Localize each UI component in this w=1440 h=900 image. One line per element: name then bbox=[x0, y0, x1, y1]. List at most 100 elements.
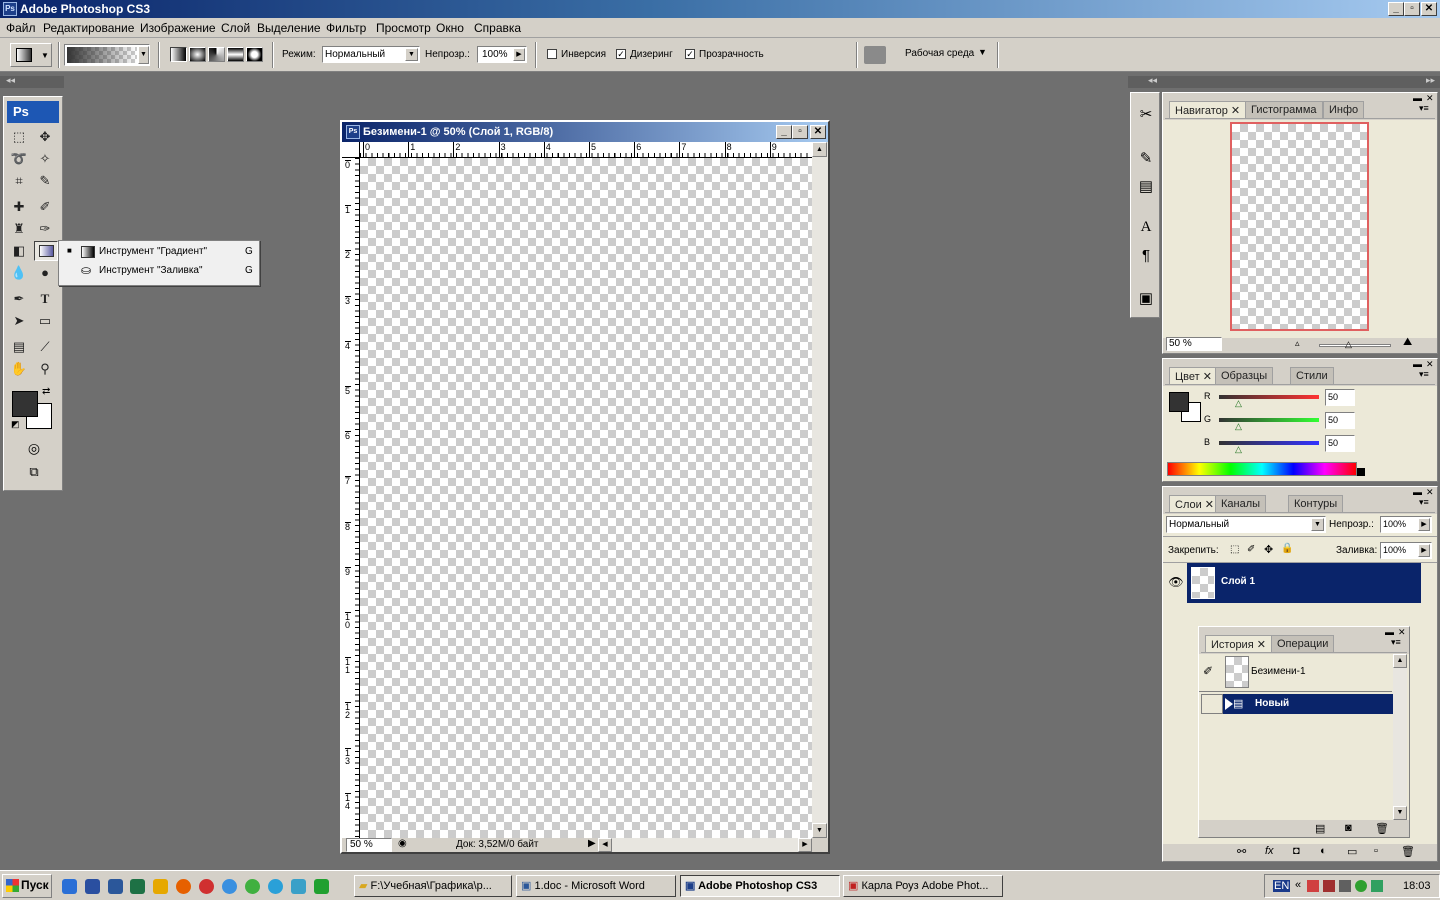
reflected-gradient-button[interactable] bbox=[227, 47, 244, 62]
tab-swatches[interactable]: Образцы bbox=[1215, 367, 1274, 384]
tab-actions[interactable]: Операции bbox=[1271, 635, 1335, 652]
layer-row[interactable]: 👁 Слой 1 bbox=[1165, 563, 1421, 603]
tab-color[interactable]: Цвет ✕ bbox=[1169, 367, 1218, 384]
mode-select[interactable]: Нормальный ▼ bbox=[322, 46, 420, 63]
b-slider-thumb[interactable]: △ bbox=[1235, 444, 1242, 455]
layer-comps-icon[interactable]: ▣ bbox=[1135, 289, 1157, 311]
chevron-down-icon[interactable]: ▼ bbox=[138, 46, 149, 64]
radial-gradient-button[interactable] bbox=[189, 47, 206, 62]
expand-icon[interactable]: ▸▸ bbox=[1426, 75, 1435, 86]
brushes-icon[interactable]: ✎ bbox=[1135, 149, 1157, 171]
r-slider[interactable] bbox=[1219, 395, 1319, 399]
lasso-tool-icon[interactable]: ➰ bbox=[8, 149, 30, 169]
tab-info[interactable]: Инфо bbox=[1323, 101, 1365, 118]
history-source-box[interactable] bbox=[1201, 694, 1223, 714]
opacity-input[interactable]: 100% ▶ bbox=[477, 46, 527, 63]
default-colors-icon[interactable]: ◩ bbox=[11, 419, 20, 430]
rectangle-tool-icon[interactable]: ▭ bbox=[34, 311, 56, 331]
fg-color-swatch[interactable] bbox=[1169, 392, 1189, 412]
document-title-bar[interactable]: Ps Безимени-1 @ 50% (Слой 1, RGB/8) _ ▫ … bbox=[342, 122, 828, 142]
menu-edit[interactable]: Редактирование bbox=[43, 21, 134, 35]
maximize-button[interactable]: ▫ bbox=[1404, 2, 1420, 16]
zoom-slider[interactable] bbox=[1319, 344, 1391, 347]
new-layer-icon[interactable]: ▫ bbox=[1374, 845, 1378, 857]
arrow-right-icon[interactable]: ▶ bbox=[513, 48, 525, 61]
gradient-picker[interactable]: ▼ bbox=[64, 44, 150, 66]
type-tool-icon[interactable]: T bbox=[34, 289, 56, 309]
b-slider[interactable] bbox=[1219, 441, 1319, 445]
menu-window[interactable]: Окно bbox=[436, 21, 464, 35]
status-menu-arrow-icon[interactable]: ▶ bbox=[588, 838, 596, 849]
eraser-tool-icon[interactable]: ◧ bbox=[8, 241, 30, 261]
task-button-photoshop[interactable]: ▣ Adobe Photoshop CS3 bbox=[680, 875, 840, 897]
ie-icon[interactable] bbox=[62, 879, 77, 894]
tray-icon[interactable] bbox=[1307, 880, 1319, 892]
chevron-down-icon[interactable]: ▼ bbox=[1311, 518, 1324, 531]
doc-close-button[interactable]: ✕ bbox=[810, 125, 826, 139]
scroll-up-icon[interactable]: ▲ bbox=[812, 142, 827, 157]
doc-maximize-button[interactable]: ▫ bbox=[792, 125, 808, 139]
task-button-word[interactable]: ▣ 1.doc - Microsoft Word bbox=[516, 875, 676, 897]
blend-mode-select[interactable]: Нормальный ▼ bbox=[1166, 516, 1326, 533]
pen-tool-icon[interactable]: ✒ bbox=[8, 289, 30, 309]
reverse-checkbox[interactable] bbox=[547, 49, 557, 59]
r-slider-thumb[interactable]: △ bbox=[1235, 398, 1242, 409]
icq-icon[interactable] bbox=[245, 879, 260, 894]
collapse-icon[interactable]: ◂◂ bbox=[6, 75, 15, 86]
healing-brush-icon[interactable]: ✚ bbox=[8, 197, 30, 217]
window-title-bar[interactable]: Ps Adobe Photoshop CS3 _ ▫ ✕ bbox=[0, 0, 1440, 18]
scroll-down-icon[interactable]: ▼ bbox=[812, 823, 827, 838]
delete-layer-icon[interactable]: 🗑 bbox=[1401, 845, 1415, 858]
brush-tool-icon[interactable]: ✐ bbox=[34, 197, 56, 217]
scroll-up-icon[interactable]: ▲ bbox=[1393, 654, 1407, 668]
desktop-icon[interactable] bbox=[85, 879, 100, 894]
file-browser-icon[interactable] bbox=[864, 46, 886, 64]
tab-histogram[interactable]: Гистограмма bbox=[1245, 101, 1323, 118]
vertical-ruler[interactable]: 0 1 2 3 4 5 6 7 8 9 10 11 12 13 14 bbox=[342, 158, 360, 838]
zoom-in-icon[interactable]: ⛰ bbox=[1403, 336, 1412, 349]
language-indicator[interactable]: EN bbox=[1273, 880, 1291, 892]
ps-logo[interactable]: Ps bbox=[7, 101, 59, 123]
navigator-zoom-field[interactable]: 50 % bbox=[1166, 337, 1222, 351]
new-document-from-state-icon[interactable]: ▤ bbox=[1315, 822, 1325, 835]
lock-pixels-icon[interactable]: ✐ bbox=[1247, 544, 1255, 555]
vertical-scrollbar[interactable]: ▲ ▼ bbox=[812, 142, 828, 838]
workspace-button[interactable]: Рабочая среда bbox=[905, 48, 974, 59]
menu-help[interactable]: Справка bbox=[474, 21, 521, 35]
black-swatch[interactable] bbox=[1357, 468, 1365, 476]
zoom-slider-thumb[interactable]: △ bbox=[1345, 339, 1352, 350]
delete-state-icon[interactable]: 🗑 bbox=[1375, 822, 1389, 835]
tools-icon[interactable]: ✂ bbox=[1135, 105, 1157, 127]
g-slider-thumb[interactable]: △ bbox=[1235, 421, 1242, 432]
menu-image[interactable]: Изображение bbox=[140, 21, 216, 35]
tray-icon[interactable] bbox=[1355, 880, 1367, 892]
history-state-slider-icon[interactable] bbox=[1225, 698, 1233, 710]
toolbox-header[interactable]: ◂◂ bbox=[0, 75, 64, 88]
dither-checkbox[interactable]: ✓ bbox=[616, 49, 626, 59]
color-spectrum-ramp[interactable] bbox=[1167, 462, 1357, 476]
layer-style-icon[interactable]: fx bbox=[1265, 845, 1274, 857]
move-tool-icon[interactable]: ✥ bbox=[34, 127, 56, 147]
panel-menu-icon[interactable]: ▾≡ bbox=[1419, 103, 1429, 114]
scroll-down-icon[interactable]: ▼ bbox=[1393, 806, 1407, 820]
network-icon[interactable] bbox=[1339, 880, 1351, 892]
hand-tool-icon[interactable]: ✋ bbox=[8, 359, 30, 379]
horizontal-ruler[interactable]: 0 1 2 3 4 5 6 7 8 9 bbox=[360, 142, 812, 158]
scroll-right-icon[interactable]: ▶ bbox=[798, 838, 812, 852]
link-layers-icon[interactable]: ⚯ bbox=[1237, 845, 1246, 858]
tab-styles[interactable]: Стили bbox=[1290, 367, 1334, 384]
swap-colors-icon[interactable]: ⇄ bbox=[42, 386, 50, 397]
layer-visibility-eye-icon[interactable]: 👁 bbox=[1165, 563, 1187, 603]
navigator-preview[interactable] bbox=[1230, 122, 1369, 331]
task-button-explorer[interactable]: ▰ F:\Учебная\Графика\р... bbox=[354, 875, 512, 897]
layer-opacity-input[interactable]: 100% ▶ bbox=[1380, 516, 1432, 533]
panel-menu-icon[interactable]: ▾≡ bbox=[1419, 369, 1429, 380]
tab-channels[interactable]: Каналы bbox=[1215, 495, 1267, 512]
firefox-icon[interactable] bbox=[176, 879, 191, 894]
clock-app-icon[interactable] bbox=[153, 879, 168, 894]
tab-layers[interactable]: Слои ✕ bbox=[1169, 495, 1221, 512]
history-brush-icon[interactable]: ✑ bbox=[34, 219, 56, 239]
tool-preset-picker[interactable]: ▼ bbox=[10, 43, 52, 67]
tray-icon[interactable] bbox=[1323, 880, 1335, 892]
menu-filter[interactable]: Фильтр bbox=[326, 21, 366, 35]
